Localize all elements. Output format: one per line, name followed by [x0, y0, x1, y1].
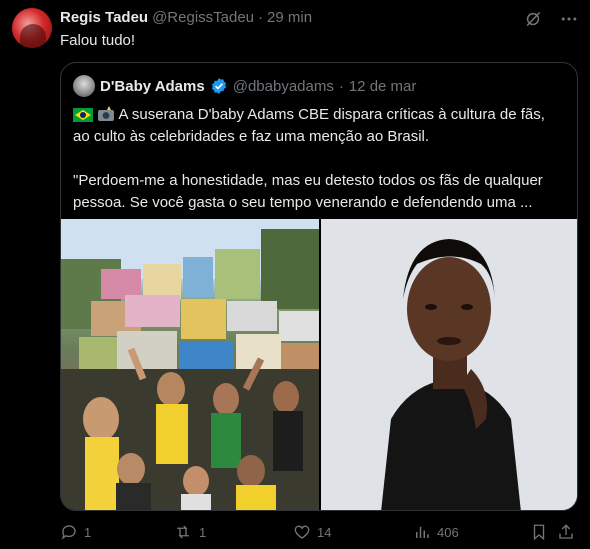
views-button[interactable]: 406: [413, 520, 459, 544]
author-avatar[interactable]: [12, 8, 52, 48]
tweet[interactable]: Regis Tadeu @RegissTadeu · 29 min Falou …: [0, 0, 590, 549]
more-icon[interactable]: [558, 8, 580, 30]
reply-count: 1: [84, 524, 92, 540]
quoted-tweet[interactable]: D'Baby Adams @dbabyadams · 12 de mar A s…: [60, 62, 578, 511]
camera-flash-icon: [98, 106, 115, 121]
like-button[interactable]: 14: [293, 520, 331, 544]
bookmark-icon: [533, 524, 545, 541]
quoted-header: D'Baby Adams @dbabyadams · 12 de mar: [73, 75, 416, 97]
share-button[interactable]: [557, 520, 575, 544]
repost-count: 1: [199, 524, 207, 540]
like-count: 14: [317, 524, 332, 540]
tweet-header: Regis Tadeu @RegissTadeu · 29 min: [60, 9, 312, 29]
quoted-media: [61, 219, 577, 510]
bookmark-button[interactable]: [530, 520, 548, 544]
quoted-text: A suserana D'baby Adams CBE dispara crít…: [73, 104, 569, 214]
quoted-line-1: A suserana D'baby Adams CBE dispara crít…: [118, 106, 545, 123]
tweet-actions: 1 1 14 406: [60, 520, 580, 544]
quoted-separator: ·: [338, 77, 344, 95]
brazil-flag-icon: [73, 108, 93, 122]
tweet-time[interactable]: 29 min: [267, 9, 312, 26]
grok-icon[interactable]: [522, 8, 544, 30]
author-name[interactable]: Regis Tadeu: [60, 9, 148, 26]
tweet-text: Falou tudo!: [60, 32, 136, 49]
quoted-author-name[interactable]: D'Baby Adams: [100, 78, 205, 95]
brazil-football-fans-favela-photo[interactable]: [61, 219, 319, 510]
quoted-line-2: ao culto às celebridades e faz uma mençã…: [73, 128, 430, 145]
verified-badge-icon: [211, 78, 226, 94]
header-separator: ·: [258, 9, 264, 26]
repost-icon: [177, 525, 189, 539]
quoted-line-3: "Perdoem-me a honestidade, mas eu detest…: [73, 172, 543, 189]
woman-portrait-photo[interactable]: [321, 219, 577, 510]
tweet-top-icons: [522, 8, 580, 30]
avatar-silhouette: [20, 24, 46, 48]
heart-icon: [294, 525, 310, 539]
quoted-line-4: pessoa. Se você gasta o seu tempo venera…: [73, 194, 533, 211]
author-handle[interactable]: @RegissTadeu: [152, 9, 254, 26]
repost-button[interactable]: 1: [173, 520, 206, 544]
reply-icon: [61, 525, 76, 540]
reply-button[interactable]: 1: [60, 520, 91, 544]
views-chart-icon: [416, 526, 429, 538]
share-icon: [559, 524, 573, 539]
quoted-author-handle[interactable]: @dbabyadams: [233, 78, 334, 95]
views-count: 406: [437, 524, 459, 540]
quoted-date[interactable]: 12 de mar: [349, 78, 417, 95]
quoted-avatar[interactable]: [73, 75, 95, 97]
